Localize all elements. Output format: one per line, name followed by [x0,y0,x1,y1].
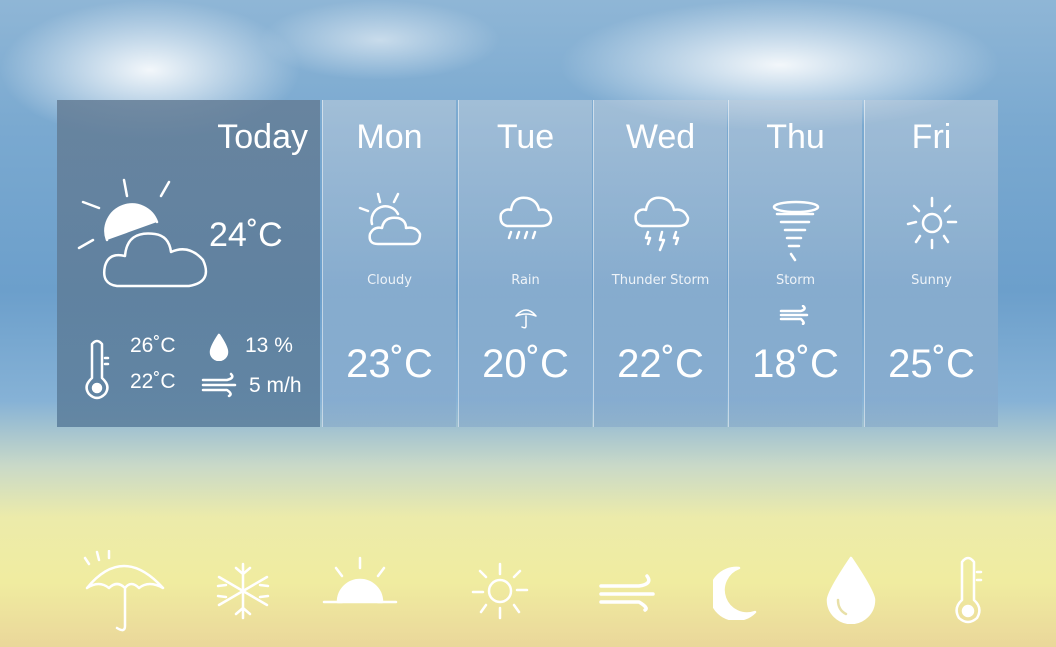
day-card-wed[interactable]: Wed Thunder Storm 22˚C [593,100,727,427]
day-card-thu[interactable]: Thu Storm 18˚C [728,100,862,427]
day-temp: 20˚C [482,342,569,386]
day-card-mon[interactable]: Mon Cloudy 23˚C [322,100,456,427]
partly-cloudy-icon [77,178,208,288]
umbrella-icon [515,309,537,329]
condition-label: Sunny [911,273,952,288]
day-card-fri[interactable]: Fri Sunny 25˚C [864,100,998,427]
today-panel: Today 24˚C 26˚C 22˚C 13 % 5 m/h [57,100,320,427]
thermometer-icon [955,556,983,624]
drop-icon [209,333,229,361]
sun-icon [471,562,529,620]
day-name: Wed [625,118,696,156]
day-temp: 23˚C [346,342,433,386]
day-name: Tue [496,118,555,156]
today-high: 26˚C [130,334,176,357]
snowflake-icon [216,562,270,620]
rain-cloud-icon [498,196,552,240]
today-low: 22˚C [130,370,176,393]
condition-label: Storm [775,273,816,288]
background-cloud [260,0,500,80]
wind-icon [599,574,655,612]
day-temp: 18˚C [752,342,839,386]
day-temp: 25˚C [888,342,975,386]
day-name: Thu [766,118,825,156]
moon-icon [713,566,757,620]
tornado-icon [772,200,819,262]
day-name: Mon [356,118,423,156]
thermometer-icon [85,339,110,400]
today-temp: 24˚C [209,216,283,254]
day-temp: 22˚C [617,342,704,386]
partly-cloudy-icon [358,192,421,246]
thunderstorm-icon [633,196,689,252]
sunrise-icon [322,556,398,604]
wind-icon [779,305,809,325]
condition-label: Cloudy [367,273,412,288]
condition-label: Thunder Storm [611,273,710,288]
drop-icon [826,556,876,624]
condition-label: Rain [511,273,540,288]
today-label: Today [217,118,308,156]
umbrella-icon [83,550,165,632]
sun-icon [906,196,957,250]
today-wind: 5 m/h [249,374,302,397]
wind-icon [201,372,237,398]
day-card-tue[interactable]: Tue Rain 20˚C [458,100,592,427]
day-name: Fri [911,118,952,156]
today-humidity: 13 % [245,334,293,357]
